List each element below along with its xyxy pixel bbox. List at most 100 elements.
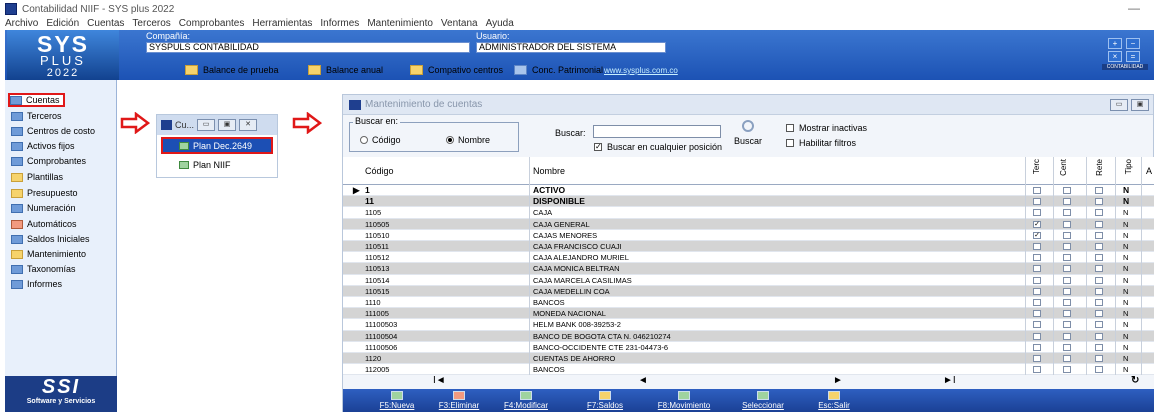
conc-patrimonial-button[interactable]: Conc. Patrimonial <box>514 63 603 77</box>
sidebar-item-activos-fijos[interactable]: Activos fijos <box>11 139 75 153</box>
balance-anual-button[interactable]: Balance anual <box>308 63 383 77</box>
cell-rete-checkbox[interactable] <box>1095 254 1103 262</box>
cell-terc-checkbox[interactable] <box>1033 287 1041 295</box>
cell-cent-checkbox[interactable] <box>1063 366 1071 374</box>
calculator-icon[interactable]: + − × = CONTABILIDAD <box>1102 38 1148 74</box>
cell-rete-checkbox[interactable] <box>1095 355 1103 362</box>
table-row[interactable]: 1105 CAJA N <box>343 207 1154 219</box>
radio-codigo[interactable]: Código <box>360 135 401 145</box>
any-position-checkbox[interactable]: ✓ Buscar en cualquier posición <box>594 142 722 152</box>
menu-ventana[interactable]: Ventana <box>441 18 478 29</box>
sidebar-item-plantillas[interactable]: Plantillas <box>11 170 63 184</box>
cell-cent-checkbox[interactable] <box>1063 243 1071 250</box>
comparativo-centros-button[interactable]: Compativo centros <box>410 63 503 77</box>
first-record-button[interactable]: I◄ <box>433 375 446 386</box>
modify-button[interactable]: F4:Modificar <box>495 389 557 412</box>
table-row[interactable]: 11 DISPONIBLE N <box>343 196 1154 208</box>
menu-ayuda[interactable]: Ayuda <box>486 18 514 29</box>
refresh-button[interactable]: ↻ <box>1131 375 1139 386</box>
cell-rete-checkbox[interactable] <box>1095 321 1103 329</box>
menu-mantenimiento[interactable]: Mantenimiento <box>367 18 433 29</box>
cell-cent-checkbox[interactable] <box>1063 265 1071 273</box>
table-row[interactable]: 112005 BANCOS N <box>343 364 1154 375</box>
cell-cent-checkbox[interactable] <box>1063 198 1071 206</box>
sidebar-item-numeracion[interactable]: Numeración <box>11 201 76 215</box>
table-row[interactable]: 110515 CAJA MEDELLIN COA N <box>343 285 1154 297</box>
delete-button[interactable]: F3:Eliminar <box>433 389 485 412</box>
cell-rete-checkbox[interactable] <box>1095 276 1103 284</box>
search-button[interactable]: Buscar <box>734 120 762 150</box>
menu-terceros[interactable]: Terceros <box>132 18 170 29</box>
column-header-extra[interactable]: A <box>1146 166 1152 176</box>
cell-cent-checkbox[interactable] <box>1063 276 1071 284</box>
cell-rete-checkbox[interactable] <box>1095 209 1103 217</box>
cell-rete-checkbox[interactable] <box>1095 265 1103 273</box>
table-row[interactable]: 1120 CUENTAS DE AHORRO N <box>343 353 1154 365</box>
cell-cent-checkbox[interactable] <box>1063 321 1071 329</box>
table-row[interactable]: 110510 CAJAS MENORES ✓ N <box>343 230 1154 241</box>
sidebar-item-terceros[interactable]: Terceros <box>11 109 62 123</box>
cell-rete-checkbox[interactable] <box>1095 332 1103 340</box>
table-row[interactable]: 11100506 BANCO-OCCIDENTE CTE 231-04473-6 N <box>343 342 1154 353</box>
cell-terc-checkbox[interactable] <box>1033 355 1041 362</box>
table-row[interactable]: 11100504 BANCO DE BOGOTA CTA N. 046210274… <box>343 330 1154 342</box>
cell-terc-checkbox[interactable] <box>1033 310 1041 318</box>
next-record-button[interactable]: ► <box>833 375 843 386</box>
balances-button[interactable]: F7:Saldos <box>579 389 631 412</box>
cell-rete-checkbox[interactable] <box>1095 299 1103 306</box>
cell-terc-checkbox[interactable] <box>1033 276 1041 284</box>
table-row[interactable]: 110512 CAJA ALEJANDRO MURIEL N <box>343 252 1154 264</box>
cell-cent-checkbox[interactable] <box>1063 231 1071 239</box>
table-row[interactable]: 111005 MONEDA NACIONAL N <box>343 308 1154 320</box>
cell-terc-checkbox[interactable]: ✓ <box>1033 231 1041 239</box>
column-header-cent[interactable]: Cent <box>1059 159 1068 176</box>
plan-item-niif[interactable]: Plan NIIF <box>157 156 277 173</box>
cell-rete-checkbox[interactable] <box>1095 198 1103 206</box>
sidebar-item-centros-costo[interactable]: Centros de costo <box>11 124 95 138</box>
new-button[interactable]: F5:Nueva <box>371 389 423 412</box>
menu-herramientas[interactable]: Herramientas <box>252 18 312 29</box>
cell-cent-checkbox[interactable] <box>1063 209 1071 217</box>
cell-terc-checkbox[interactable] <box>1033 299 1041 306</box>
exit-button[interactable]: Esc:Salir <box>809 389 859 412</box>
cell-terc-checkbox[interactable] <box>1033 209 1041 217</box>
minimize-button[interactable]: ▭ <box>1110 99 1128 111</box>
cell-cent-checkbox[interactable] <box>1063 287 1071 295</box>
menu-edicion[interactable]: Edición <box>46 18 79 29</box>
cell-terc-checkbox[interactable] <box>1033 321 1041 329</box>
cell-terc-checkbox[interactable] <box>1033 243 1041 250</box>
menu-informes[interactable]: Informes <box>320 18 359 29</box>
table-row[interactable]: 110514 CAJA MARCELA CASILIMAS N <box>343 275 1154 286</box>
balance-prueba-button[interactable]: Balance de prueba <box>185 63 279 77</box>
cell-rete-checkbox[interactable] <box>1095 343 1103 351</box>
cell-cent-checkbox[interactable] <box>1063 355 1071 362</box>
last-record-button[interactable]: ►I <box>943 375 956 386</box>
sidebar-item-saldos-iniciales[interactable]: Saldos Iniciales <box>11 232 90 246</box>
cell-terc-checkbox[interactable] <box>1033 187 1041 194</box>
cell-terc-checkbox[interactable] <box>1033 198 1041 206</box>
sidebar-item-mantenimiento[interactable]: Mantenimiento <box>11 247 86 261</box>
cell-cent-checkbox[interactable] <box>1063 254 1071 262</box>
sidebar-item-comprobantes[interactable]: Comprobantes <box>11 154 86 168</box>
table-row[interactable]: 110505 CAJA GENERAL ✓ N <box>343 218 1154 230</box>
menu-comprobantes[interactable]: Comprobantes <box>179 18 245 29</box>
column-header-nombre[interactable]: Nombre <box>533 166 565 176</box>
show-inactive-checkbox[interactable]: Mostrar inactivas <box>786 123 867 133</box>
menu-cuentas[interactable]: Cuentas <box>87 18 124 29</box>
table-row[interactable]: 11100503 HELM BANK 008-39253-2 N <box>343 319 1154 331</box>
minimize-button[interactable]: — <box>1128 1 1140 15</box>
select-button[interactable]: Seleccionar <box>733 389 793 412</box>
plan-item-dec2649[interactable]: Plan Dec.2649 <box>161 137 273 154</box>
cell-terc-checkbox[interactable] <box>1033 366 1041 374</box>
website-link[interactable]: www.sysplus.com.co <box>604 66 678 75</box>
cell-rete-checkbox[interactable] <box>1095 366 1103 374</box>
table-row[interactable]: 110513 CAJA MONICA BELTRAN N <box>343 263 1154 275</box>
table-row[interactable]: ▶ 1 ACTIVO N <box>343 185 1154 197</box>
minimize-button[interactable]: ▭ <box>197 119 216 131</box>
cell-cent-checkbox[interactable] <box>1063 310 1071 318</box>
column-header-terc[interactable]: Terc <box>1032 159 1041 174</box>
sidebar-item-automaticos[interactable]: Automáticos <box>11 217 77 231</box>
cell-rete-checkbox[interactable] <box>1095 310 1103 318</box>
cell-rete-checkbox[interactable] <box>1095 243 1103 250</box>
column-header-tipo[interactable]: Tipo <box>1124 159 1133 174</box>
